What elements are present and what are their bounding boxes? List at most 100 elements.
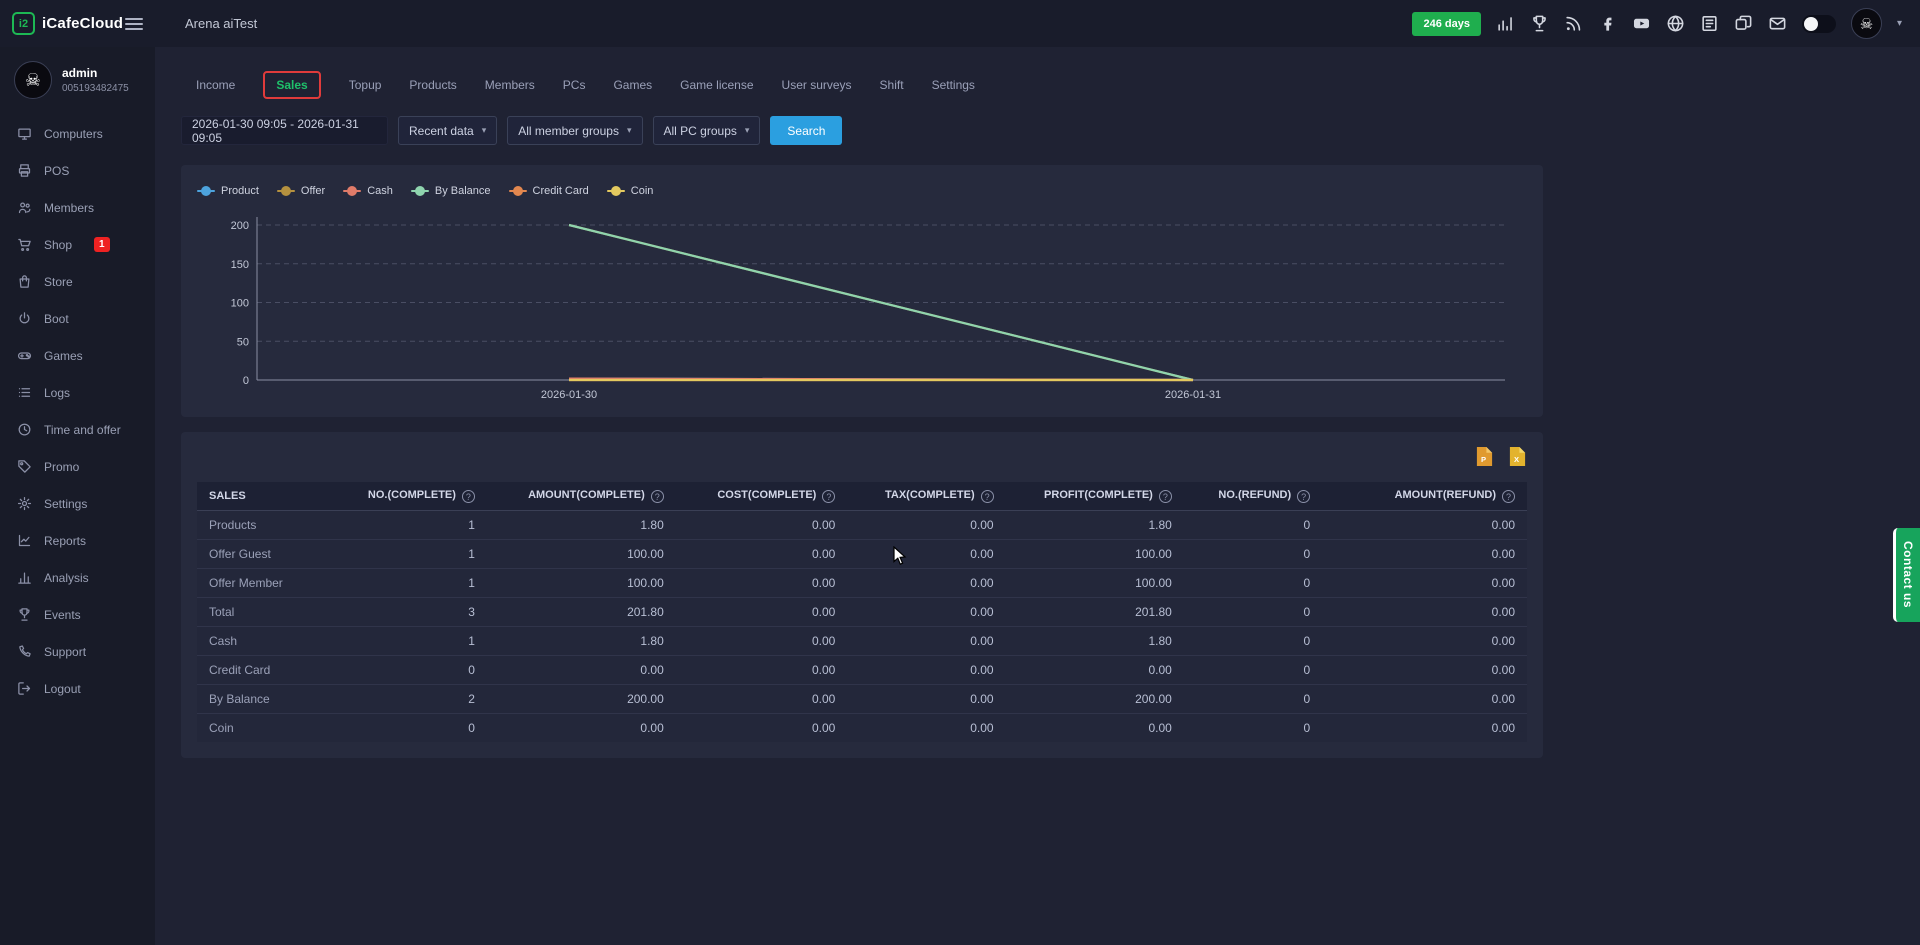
value-cell: 0.00	[676, 539, 848, 568]
globe-icon[interactable]	[1666, 14, 1685, 33]
theme-toggle-knob	[1804, 17, 1818, 31]
brand[interactable]: i2 iCafeCloud	[12, 12, 123, 35]
sales-chart-card: Product Offer Cash By Balance Credit Card Coi…	[181, 165, 1543, 417]
sidebar-item-promo[interactable]: Promo	[0, 448, 155, 485]
legend-item-offer[interactable]: Offer	[277, 185, 325, 197]
tab-topup[interactable]: Topup	[349, 71, 382, 99]
help-icon[interactable]: ?	[1502, 490, 1515, 503]
tab-user-surveys[interactable]: User surveys	[782, 71, 852, 99]
pos-icon	[17, 163, 32, 178]
tab-income[interactable]: Income	[196, 71, 235, 99]
sidebar-item-label: Time and offer	[44, 423, 121, 437]
data-source-select[interactable]: Recent data ▾	[398, 116, 497, 145]
sidebar-item-members[interactable]: Members	[0, 189, 155, 226]
sidebar-item-computers[interactable]: Computers	[0, 115, 155, 152]
tab-settings[interactable]: Settings	[932, 71, 975, 99]
value-cell: 0.00	[676, 568, 848, 597]
help-icon[interactable]: ?	[651, 490, 664, 503]
rss-icon[interactable]	[1564, 14, 1583, 33]
help-icon[interactable]: ?	[981, 490, 994, 503]
topbar-icons	[1496, 14, 1787, 33]
excel-export-icon[interactable]: X	[1508, 446, 1527, 467]
trophy-icon[interactable]	[1530, 14, 1549, 33]
sidebar-item-support[interactable]: Support	[0, 633, 155, 670]
member-group-select[interactable]: All member groups ▾	[507, 116, 642, 145]
tab-pcs[interactable]: PCs	[563, 71, 586, 99]
sidebar-item-logs[interactable]: Logs	[0, 374, 155, 411]
facebook-icon[interactable]	[1598, 14, 1617, 33]
pc-group-select[interactable]: All PC groups ▾	[653, 116, 761, 145]
sidebar-item-logout[interactable]: Logout	[0, 670, 155, 707]
sidebar-item-time-and-offer[interactable]: Time and offer	[0, 411, 155, 448]
help-icon[interactable]: ?	[462, 490, 475, 503]
tab-products[interactable]: Products	[409, 71, 456, 99]
col-header-label: COST(COMPLETE)	[717, 489, 816, 501]
sidebar-item-store[interactable]: Store	[0, 263, 155, 300]
menu-toggle-icon[interactable]	[125, 15, 143, 33]
legend-item-coin[interactable]: Coin	[607, 185, 654, 197]
chevron-down-icon: ▾	[627, 125, 632, 136]
date-range-input[interactable]: 2026-01-30 09:05 - 2026-01-31 09:05	[181, 116, 388, 145]
tab-games[interactable]: Games	[613, 71, 652, 99]
value-cell: 100.00	[487, 539, 676, 568]
pdf-export-icon[interactable]: P	[1475, 446, 1494, 467]
tab-sales[interactable]: Sales	[263, 71, 320, 99]
sidebar: ☠ admin 005193482475 ComputersPOS Members…	[0, 47, 155, 945]
help-icon[interactable]: ?	[1297, 490, 1310, 503]
value-cell: 0.00	[847, 568, 1005, 597]
sidebar-item-shop[interactable]: Shop1	[0, 226, 155, 263]
sidebar-item-label: Games	[44, 349, 83, 363]
sidebar-item-boot[interactable]: Boot	[0, 300, 155, 337]
table-row: By Balance2200.000.000.00200.0000.00	[197, 684, 1527, 713]
youtube-icon[interactable]	[1632, 14, 1651, 33]
events-icon	[17, 607, 32, 622]
tab-game-license[interactable]: Game license	[680, 71, 753, 99]
help-icon[interactable]: ?	[1159, 490, 1172, 503]
chevron-down-icon[interactable]: ▾	[1897, 18, 1902, 29]
contact-us-button[interactable]: Contact us	[1893, 528, 1920, 622]
user-avatar[interactable]: ☠	[1851, 8, 1882, 39]
tab-shift[interactable]: Shift	[880, 71, 904, 99]
license-days-badge[interactable]: 246 days	[1412, 12, 1480, 36]
news-icon[interactable]	[1700, 14, 1719, 33]
sidebar-item-pos[interactable]: POS	[0, 152, 155, 189]
sidebar-item-label: Promo	[44, 460, 79, 474]
sidebar-item-events[interactable]: Events	[0, 596, 155, 633]
svg-text:2026-01-30: 2026-01-30	[541, 389, 597, 401]
row-label-cell: Offer Guest	[197, 539, 335, 568]
value-cell: 0.00	[1322, 684, 1527, 713]
value-cell: 1	[335, 626, 487, 655]
value-cell: 2	[335, 684, 487, 713]
search-button[interactable]: Search	[770, 116, 842, 145]
legend-item-credit-card[interactable]: Credit Card	[509, 185, 589, 197]
value-cell: 201.80	[1006, 597, 1184, 626]
tab-members[interactable]: Members	[485, 71, 535, 99]
mail-icon[interactable]	[1768, 14, 1787, 33]
members-icon	[17, 200, 32, 215]
legend-item-by-balance[interactable]: By Balance	[411, 185, 491, 197]
value-cell: 0.00	[1322, 597, 1527, 626]
sidebar-user[interactable]: ☠ admin 005193482475	[0, 47, 155, 115]
tags-icon[interactable]	[1734, 14, 1753, 33]
legend-item-product[interactable]: Product	[197, 185, 259, 197]
theme-toggle[interactable]	[1802, 15, 1836, 33]
table-row: Offer Member1100.000.000.00100.0000.00	[197, 568, 1527, 597]
table-row: Credit Card00.000.000.000.0000.00	[197, 655, 1527, 684]
svg-text:50: 50	[237, 336, 249, 348]
sales-table-card: P X SALESNO.(COMPLETE)?AMOUNT(COMPLETE)?…	[181, 432, 1543, 758]
legend-item-cash[interactable]: Cash	[343, 185, 393, 197]
help-icon[interactable]: ?	[822, 490, 835, 503]
table-row: Coin00.000.000.000.0000.00	[197, 713, 1527, 742]
value-cell: 0	[335, 713, 487, 742]
sidebar-item-games[interactable]: Games	[0, 337, 155, 374]
stats-icon[interactable]	[1496, 14, 1515, 33]
sidebar-item-label: Members	[44, 201, 94, 215]
sidebar-item-settings[interactable]: Settings	[0, 485, 155, 522]
settings-icon	[17, 496, 32, 511]
sidebar-item-reports[interactable]: Reports	[0, 522, 155, 559]
value-cell: 100.00	[487, 568, 676, 597]
svg-text:0: 0	[243, 375, 249, 387]
legend-marker-icon	[277, 190, 295, 192]
sidebar-item-label: Events	[44, 608, 81, 622]
sidebar-item-analysis[interactable]: Analysis	[0, 559, 155, 596]
